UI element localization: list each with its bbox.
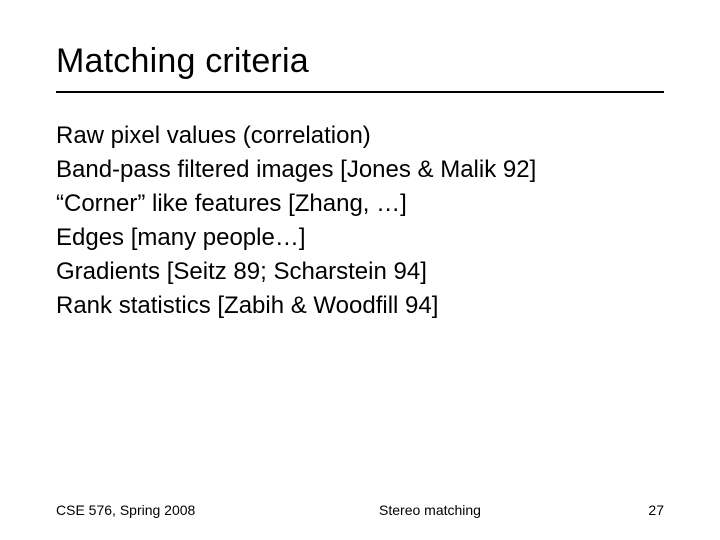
list-item: “Corner” like features [Zhang, …] (56, 187, 664, 221)
footer-center: Stereo matching (256, 502, 604, 518)
footer-page-number: 27 (604, 502, 664, 518)
list-item: Edges [many people…] (56, 221, 664, 255)
list-item: Rank statistics [Zabih & Woodfill 94] (56, 289, 664, 323)
slide-footer: CSE 576, Spring 2008 Stereo matching 27 (56, 502, 664, 518)
list-item: Gradients [Seitz 89; Scharstein 94] (56, 255, 664, 289)
list-item: Band-pass filtered images [Jones & Malik… (56, 153, 664, 187)
footer-left: CSE 576, Spring 2008 (56, 502, 256, 518)
title-rule (56, 91, 664, 93)
slide-title: Matching criteria (56, 42, 664, 81)
slide: Matching criteria Raw pixel values (corr… (0, 0, 720, 540)
slide-body: Raw pixel values (correlation) Band-pass… (56, 119, 664, 323)
list-item: Raw pixel values (correlation) (56, 119, 664, 153)
